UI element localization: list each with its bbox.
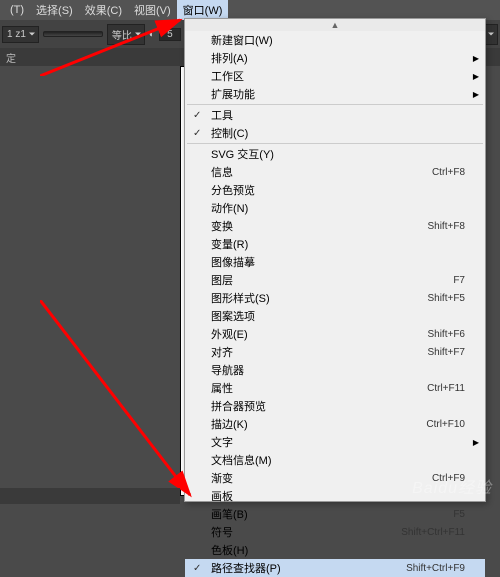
shortcut-label: Ctrl+F11 [427, 383, 465, 394]
menu-item-label: 色板(H) [211, 542, 248, 558]
check-icon: ✓ [193, 128, 201, 139]
menu-item[interactable]: 符号 Shift+Ctrl+F11 [185, 523, 485, 541]
menu-item-label: 工作区 [211, 68, 244, 84]
menu-item[interactable]: ✓ 控制(C) [185, 124, 485, 142]
menu-item[interactable]: 信息 Ctrl+F8 [185, 163, 485, 181]
menu-item-label: 拼合器预览 [211, 398, 266, 414]
chevron-right-icon: ▶ [473, 54, 479, 63]
menu-item[interactable]: 属性 Ctrl+F11 [185, 379, 485, 397]
menu-item-label: 路径查找器(P) [211, 560, 281, 576]
shortcut-label: F5 [453, 509, 465, 520]
shortcut-label: Shift+F5 [427, 293, 465, 304]
menu-item[interactable]: 描边(K) Ctrl+F10 [185, 415, 485, 433]
menu-item[interactable]: 画板 [185, 487, 485, 505]
check-icon: ✓ [193, 563, 201, 574]
menu-item-label: 控制(C) [211, 125, 248, 141]
menu-item[interactable]: 图形样式(S) Shift+F5 [185, 289, 485, 307]
menu-item-label: 文字 [211, 434, 233, 450]
shortcut-label: Shift+Ctrl+F11 [401, 527, 465, 538]
menu-item[interactable]: 图案选项 [185, 307, 485, 325]
menu-item-label: 工具 [211, 107, 233, 123]
menu-item[interactable]: 新建窗口(W) [185, 31, 485, 49]
menu-item[interactable]: 画笔(B) F5 [185, 505, 485, 523]
menu-item[interactable]: 图像描摹 [185, 253, 485, 271]
menu-item[interactable]: 渐变 Ctrl+F9 [185, 469, 485, 487]
bottom-bar [0, 488, 180, 504]
menu-item-label: 变量(R) [211, 236, 248, 252]
menu-item[interactable]: 扩展功能 ▶ [185, 85, 485, 103]
menu-item[interactable]: ✓ 路径查找器(P) Shift+Ctrl+F9 [185, 559, 485, 577]
check-icon: ✓ [193, 110, 201, 121]
menu-item-label: 图形样式(S) [211, 290, 270, 306]
menu-item[interactable]: 工作区 ▶ [185, 67, 485, 85]
menu-item-label: 对齐 [211, 344, 233, 360]
shortcut-label: F7 [453, 275, 465, 286]
menu-效果(C)[interactable]: 效果(C) [79, 0, 128, 20]
menu-item[interactable]: 色板(H) [185, 541, 485, 559]
menu-item[interactable]: ✓ 工具 [185, 106, 485, 124]
chevron-right-icon: ▶ [473, 90, 479, 99]
menu-item-label: 排列(A) [211, 50, 248, 66]
menu-separator [187, 143, 483, 144]
menu-item-label: 导航器 [211, 362, 244, 378]
window-menu-dropdown: ▲ 新建窗口(W) 排列(A) ▶ 工作区 ▶ 扩展功能 ▶ ✓ 工具 ✓ 控制(C) SVG 交互(… [184, 18, 486, 502]
menu-item-label: 分色预览 [211, 182, 255, 198]
opacity-dropdown[interactable]: 1 z1 [2, 26, 39, 43]
menu-item-label: SVG 交互(Y) [211, 146, 274, 162]
slider[interactable] [43, 31, 103, 37]
menu-item[interactable]: 变量(R) [185, 235, 485, 253]
menu-item[interactable]: 排列(A) ▶ [185, 49, 485, 67]
menu-item-label: 符号 [211, 524, 233, 540]
menu-item-label: 文档信息(M) [211, 452, 272, 468]
menu-item[interactable]: 图层 F7 [185, 271, 485, 289]
menu-separator [187, 104, 483, 105]
menu-item[interactable]: 分色预览 [185, 181, 485, 199]
menu-item-label: 信息 [211, 164, 233, 180]
menu-item-label: 图案选项 [211, 308, 255, 324]
menu-选择(S)[interactable]: 选择(S) [30, 0, 79, 20]
shortcut-label: Shift+F6 [427, 329, 465, 340]
menu-item-label: 动作(N) [211, 200, 248, 216]
shortcut-label: Ctrl+F9 [432, 473, 465, 484]
chevron-right-icon: ▶ [473, 72, 479, 81]
menubar: (T)选择(S)效果(C)视图(V)窗口(W) [0, 0, 500, 20]
menu-item[interactable]: 对齐 Shift+F7 [185, 343, 485, 361]
menu-item[interactable]: 外观(E) Shift+F6 [185, 325, 485, 343]
menu-item[interactable]: SVG 交互(Y) [185, 145, 485, 163]
menu-item-label: 图像描摹 [211, 254, 255, 270]
menu-item-label: 描边(K) [211, 416, 248, 432]
menu-视图(V)[interactable]: 视图(V) [128, 0, 177, 20]
shortcut-label: Ctrl+F10 [426, 419, 465, 430]
menu-窗口(W)[interactable]: 窗口(W) [177, 0, 229, 20]
menu-item[interactable]: 动作(N) [185, 199, 485, 217]
menu-item-label: 图层 [211, 272, 233, 288]
menu-item-label: 扩展功能 [211, 86, 255, 102]
menu-item[interactable]: 拼合器预览 [185, 397, 485, 415]
scroll-up-arrow[interactable]: ▲ [185, 19, 485, 31]
menu-(T)[interactable]: (T) [4, 2, 30, 18]
menu-item[interactable]: 文字 ▶ [185, 433, 485, 451]
option-label: 定 [6, 50, 16, 65]
shortcut-label: Shift+F8 [427, 221, 465, 232]
sides-input[interactable] [159, 28, 181, 41]
menu-item[interactable]: 文档信息(M) [185, 451, 485, 469]
menu-item[interactable]: 变换 Shift+F8 [185, 217, 485, 235]
ratio-dropdown[interactable]: 等比 [107, 24, 145, 45]
menu-item-label: 变换 [211, 218, 233, 234]
shortcut-label: Shift+F7 [427, 347, 465, 358]
chevron-right-icon: ▶ [473, 438, 479, 447]
shortcut-label: Shift+Ctrl+F9 [406, 563, 465, 574]
menu-item-label: 属性 [211, 380, 233, 396]
menu-item-label: 画笔(B) [211, 506, 248, 522]
menu-item-label: 渐变 [211, 470, 233, 486]
menu-item[interactable]: 导航器 [185, 361, 485, 379]
shortcut-label: Ctrl+F8 [432, 167, 465, 178]
menu-item-label: 画板 [211, 488, 233, 504]
menu-item-label: 新建窗口(W) [211, 32, 273, 48]
menu-item-label: 外观(E) [211, 326, 248, 342]
glyph-icon: ◐ [149, 29, 155, 40]
